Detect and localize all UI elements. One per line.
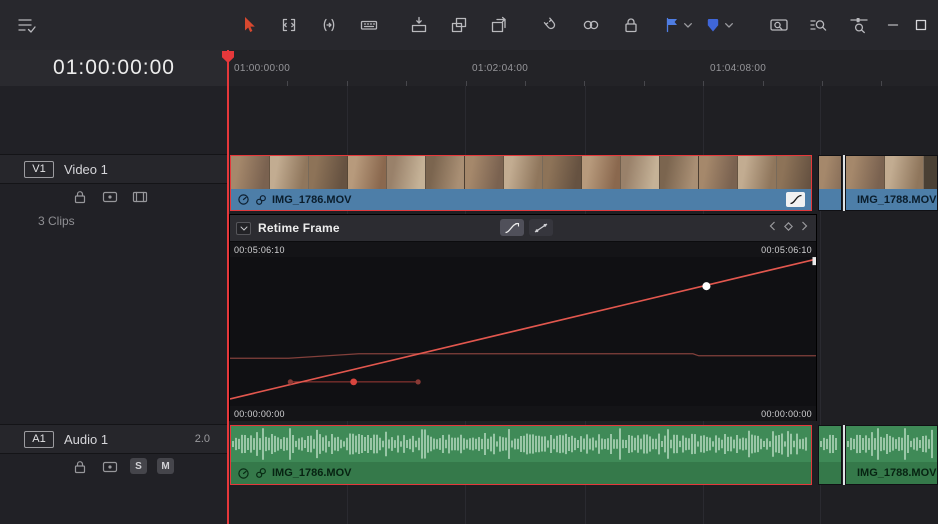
audio-waveform bbox=[819, 426, 841, 462]
video-track-name: Video 1 bbox=[64, 161, 108, 177]
clip-name: IMG_1788.MOV bbox=[857, 193, 937, 206]
audio-waveform bbox=[231, 426, 811, 462]
timecode-display[interactable]: 01:00:00:00 bbox=[0, 50, 228, 87]
video-clip-slice[interactable] bbox=[818, 155, 842, 211]
audio-track-badge[interactable]: A1 bbox=[24, 430, 54, 448]
ruler-label: 01:04:08:00 bbox=[710, 63, 767, 74]
retime-bottom-timecodes: 00:00:00:00 00:00:00:00 bbox=[230, 406, 816, 421]
zoom-custom-icon[interactable] bbox=[840, 8, 878, 42]
snapping-icon[interactable] bbox=[532, 8, 570, 42]
chevron-down-icon bbox=[725, 22, 733, 28]
timeline-options-icon[interactable] bbox=[8, 8, 46, 42]
video-clip-img-1788[interactable]: IMG_1788.MOV bbox=[845, 155, 938, 211]
dynamic-trim-mode-icon[interactable] bbox=[310, 8, 348, 42]
video-thumbnail-strip bbox=[846, 156, 937, 189]
davinci-resolve-timeline: 01:00:00:00 01:00:00:00 01:02:04:00 01:0… bbox=[0, 0, 938, 524]
video-track-header[interactable]: V1 Video 1 bbox=[0, 154, 228, 184]
retime-panel-title: Retime Frame bbox=[258, 221, 340, 235]
audio-track-header[interactable]: A1 Audio 1 2.0 bbox=[0, 424, 228, 454]
timeline-view-box-icon[interactable] bbox=[908, 8, 934, 42]
track-header-panel: V1 Video 1 3 Clips A1 Audio 1 2.0 S M bbox=[0, 86, 228, 524]
chevron-down-icon bbox=[684, 22, 692, 28]
overwrite-clip-icon[interactable] bbox=[440, 8, 478, 42]
audio-track-controls: S M bbox=[70, 458, 174, 476]
retime-curve-svg bbox=[230, 257, 816, 400]
clip-name: IMG_1788.MOV bbox=[857, 467, 937, 479]
auto-select-icon[interactable] bbox=[100, 458, 120, 476]
audio-clip-label-bar: IMG_1788.MOV bbox=[846, 462, 937, 484]
retime-curve-mode-button[interactable] bbox=[500, 219, 524, 236]
video-clip-label-bar bbox=[819, 189, 841, 210]
flag-icon bbox=[666, 17, 677, 33]
replace-clip-icon[interactable] bbox=[480, 8, 518, 42]
zoom-full-extent-icon[interactable] bbox=[760, 8, 798, 42]
video-track-controls bbox=[70, 188, 150, 206]
clip-count-label: 3 Clips bbox=[38, 214, 75, 228]
retime-tc-left: 00:05:06:10 bbox=[234, 244, 285, 255]
retime-tc-right: 00:05:06:10 bbox=[761, 244, 812, 255]
video-clip-img-1786[interactable]: IMG_1786.MOV bbox=[230, 155, 812, 211]
keyframe-icon[interactable] bbox=[784, 221, 793, 231]
pointer-tool-icon[interactable] bbox=[230, 8, 268, 42]
retime-panel-header: Retime Frame bbox=[230, 215, 816, 242]
keyframe-navigation bbox=[769, 221, 808, 231]
audio-clip-slice[interactable] bbox=[818, 425, 842, 485]
track-lock-icon[interactable] bbox=[70, 188, 90, 206]
audio-clip-label-bar: IMG_1786.MOV bbox=[231, 462, 811, 484]
edit-toolbar bbox=[0, 0, 938, 51]
prev-keyframe-icon[interactable] bbox=[769, 221, 776, 231]
track-lock-icon[interactable] bbox=[70, 458, 90, 476]
next-keyframe-icon[interactable] bbox=[801, 221, 808, 231]
marker-icon bbox=[707, 19, 719, 32]
minimize-icon[interactable] bbox=[880, 8, 906, 42]
retime-tc-right: 00:00:00:00 bbox=[761, 408, 812, 419]
playhead-line[interactable] bbox=[227, 50, 229, 524]
video-clip-label-bar: IMG_1788.MOV bbox=[846, 189, 937, 210]
flag-button[interactable] bbox=[658, 8, 697, 42]
video-thumbnail-strip bbox=[819, 156, 841, 189]
solo-button[interactable]: S bbox=[130, 458, 147, 474]
film-frame-icon[interactable] bbox=[130, 188, 150, 206]
ruler-label: 01:02:04:00 bbox=[472, 63, 529, 74]
auto-select-icon[interactable] bbox=[100, 188, 120, 206]
link-icon bbox=[256, 468, 266, 478]
timeline-area[interactable]: IMG_1786.MOV IMG_1788.MOV Retime Frame 0… bbox=[228, 86, 938, 524]
zoom-detail-icon[interactable] bbox=[800, 8, 838, 42]
audio-clip-label-bar bbox=[819, 462, 841, 484]
audio-track-name: Audio 1 bbox=[64, 431, 109, 447]
position-lock-icon[interactable] bbox=[612, 8, 650, 42]
retime-top-timecodes: 00:05:06:10 00:05:06:10 bbox=[230, 242, 816, 257]
clip-name: IMG_1786.MOV bbox=[272, 193, 352, 206]
retime-linear-mode-button[interactable] bbox=[529, 219, 553, 236]
link-icon bbox=[256, 194, 266, 205]
retime-curve-indicator[interactable] bbox=[786, 192, 805, 207]
video-thumbnail-strip bbox=[231, 156, 811, 189]
retime-tc-left: 00:00:00:00 bbox=[234, 408, 285, 419]
timecode-value: 01:00:00:00 bbox=[53, 56, 175, 79]
timeline-ruler[interactable]: 01:00:00:00 01:02:04:00 01:04:08:00 bbox=[228, 50, 938, 87]
speed-gauge-icon bbox=[238, 194, 249, 205]
video-track-badge[interactable]: V1 bbox=[24, 160, 54, 178]
retime-curve-area[interactable] bbox=[230, 257, 816, 406]
audio-waveform bbox=[846, 426, 937, 462]
trim-edit-mode-icon[interactable] bbox=[270, 8, 308, 42]
audio-clip-img-1786[interactable]: IMG_1786.MOV bbox=[230, 425, 812, 485]
marker-button[interactable] bbox=[699, 8, 738, 42]
insert-clip-icon[interactable] bbox=[400, 8, 438, 42]
retime-panel-dropdown[interactable] bbox=[236, 221, 251, 235]
retime-frame-panel: Retime Frame 00:05:06:10 00:05:06:10 00:… bbox=[229, 214, 817, 421]
audio-channels-label: 2.0 bbox=[194, 433, 210, 445]
speed-gauge-icon bbox=[238, 467, 249, 479]
retime-mode-buttons bbox=[500, 219, 553, 236]
mute-button[interactable]: M bbox=[157, 458, 174, 474]
clip-name: IMG_1786.MOV bbox=[272, 467, 352, 479]
linked-selection-icon[interactable] bbox=[572, 8, 610, 42]
audio-clip-img-1788[interactable]: IMG_1788.MOV bbox=[845, 425, 938, 485]
ruler-label: 01:00:00:00 bbox=[234, 63, 291, 74]
razor-edit-mode-icon[interactable] bbox=[350, 8, 388, 42]
video-clip-label-bar: IMG_1786.MOV bbox=[231, 189, 811, 210]
